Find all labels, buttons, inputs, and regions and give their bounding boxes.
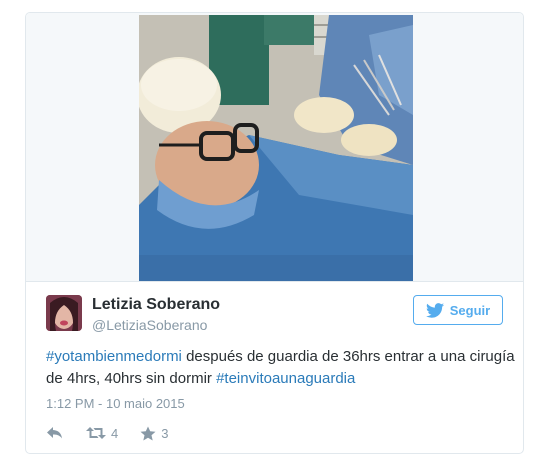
twitter-bird-icon — [425, 302, 444, 318]
star-icon — [140, 426, 156, 440]
tweet-timestamp[interactable]: 1:12 PM - 10 maio 2015 — [46, 396, 185, 411]
retweet-button[interactable]: 4 — [86, 426, 118, 441]
reply-button[interactable] — [46, 426, 64, 440]
reply-icon — [47, 427, 62, 439]
tweet-photo[interactable] — [139, 15, 413, 281]
tweet-media — [26, 13, 523, 282]
author-name[interactable]: Letizia Soberano — [92, 296, 220, 314]
tweet-actions: 4 3 — [46, 423, 190, 443]
photo-illustration — [139, 15, 413, 281]
tweet-card: Letizia Soberano @LetiziaSoberano Seguir… — [25, 12, 524, 454]
hashtag-link[interactable]: #yotambienmedormi — [46, 348, 182, 365]
follow-label: Seguir — [449, 302, 491, 318]
follow-button[interactable]: Seguir — [413, 295, 503, 325]
retweet-count: 4 — [111, 425, 119, 441]
avatar-image — [46, 295, 82, 331]
author-avatar[interactable] — [46, 295, 82, 331]
tweet-text: #yotambienmedormi después de guardia de … — [46, 346, 516, 390]
like-button[interactable]: 3 — [140, 426, 168, 441]
author-handle[interactable]: @LetiziaSoberano — [92, 317, 207, 333]
like-count: 3 — [161, 425, 169, 441]
hashtag-link[interactable]: #teinvitoaunaguardia — [216, 370, 355, 387]
retweet-icon — [86, 427, 106, 439]
